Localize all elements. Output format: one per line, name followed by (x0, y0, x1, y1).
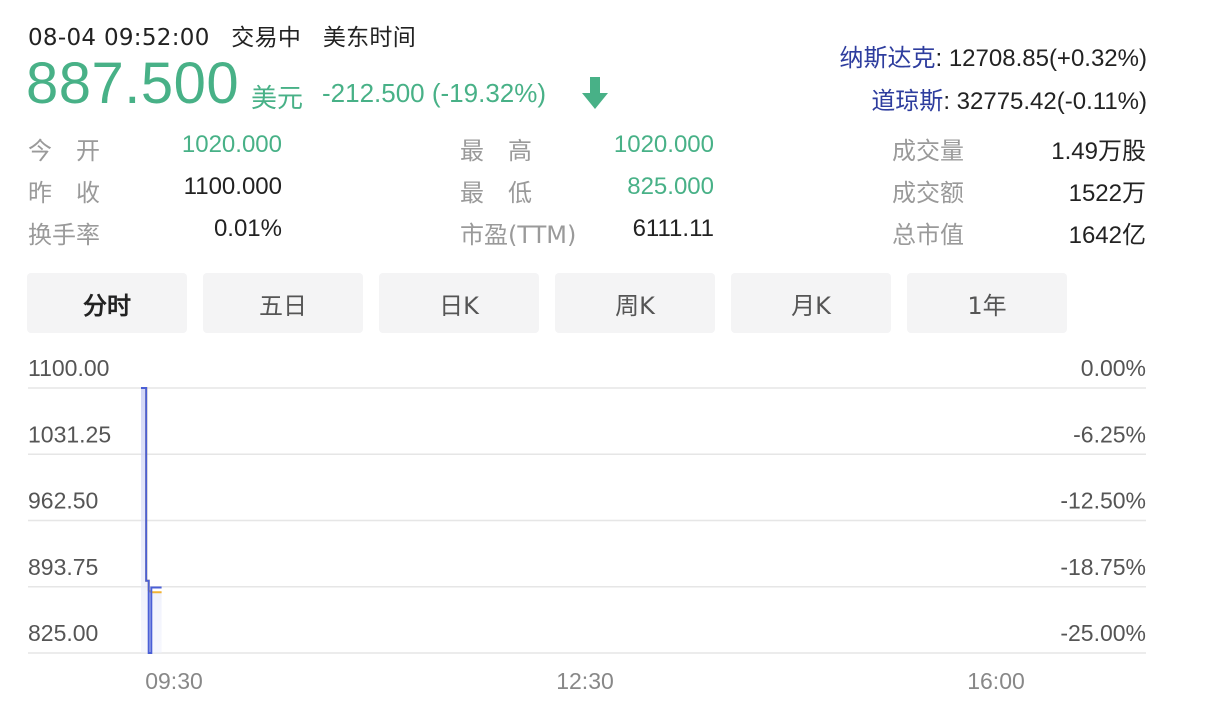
stat-value-low: 825.000 (627, 173, 714, 200)
status-line: 08-04 09:52:00 交易中 美东时间 (28, 18, 430, 52)
index-value: : 12708.85(+0.32%) (935, 45, 1148, 72)
intraday-chart[interactable]: 1100.00 0.00% 1031.25 -6.25% 962.50 -12.50% 89… (0, 340, 1229, 708)
stat-value-turnover: 0.01% (213, 215, 282, 242)
stat-value-market-cap: 1642亿 (1068, 222, 1146, 249)
y-axis-percent-label: -25.00% (1060, 620, 1146, 646)
stat-value-amount: 1522万 (1068, 180, 1146, 207)
arrow-down-icon (582, 77, 608, 109)
stat-label-market-cap: 总市值 (892, 221, 964, 249)
y-axis-price-label: 1100.00 (28, 355, 109, 381)
y-axis-price-label: 1031.25 (28, 421, 111, 447)
price-change: -212.500 (-19.32%) (322, 78, 547, 108)
x-axis-time-label: 09:30 (145, 668, 203, 694)
tab-daily-k[interactable]: 日K (379, 273, 539, 333)
tab-monthly-k[interactable]: 月K (731, 273, 891, 333)
index-value: : 32775.42(-0.11%) (943, 88, 1147, 115)
current-price: 887.500 (26, 51, 240, 116)
stat-value-volume: 1.49万股 (1051, 138, 1146, 165)
y-axis-percent-label: -12.50% (1060, 488, 1146, 514)
y-axis-percent-label: 0.00% (1081, 355, 1146, 381)
trading-state: 交易中 (231, 25, 302, 51)
stat-value-open: 1020.000 (181, 131, 282, 158)
tab-one-year[interactable]: 1年 (907, 273, 1067, 333)
index-name: 道琼斯 (871, 87, 944, 115)
index-dow-jones[interactable]: 道琼斯: 32775.42(-0.11%) (871, 81, 1147, 116)
stat-label-high: 最 高 (460, 137, 532, 165)
stat-label-turnover: 换手率 (28, 221, 100, 249)
stat-label-prev-close: 昨 收 (28, 179, 100, 207)
y-axis-price-label: 825.00 (28, 620, 98, 646)
tab-intraday[interactable]: 分时 (27, 273, 187, 333)
stat-label-low: 最 低 (460, 179, 532, 207)
stat-label-volume: 成交量 (892, 137, 964, 165)
index-nasdaq[interactable]: 纳斯达克: 12708.85(+0.32%) (840, 38, 1148, 73)
stat-label-open: 今 开 (28, 137, 100, 165)
y-axis-price-label: 893.75 (28, 554, 98, 580)
stat-value-high: 1020.000 (613, 131, 714, 158)
x-axis-time-label: 16:00 (967, 668, 1025, 694)
stat-value-prev-close: 1100.000 (183, 173, 282, 200)
tab-weekly-k[interactable]: 周K (555, 273, 715, 333)
timezone-label: 美东时间 (322, 25, 417, 51)
currency-label: 美元 (251, 84, 304, 114)
index-name: 纳斯达克 (839, 44, 936, 72)
stat-value-pe: 6111.11 (632, 215, 714, 242)
stat-label-amount: 成交额 (892, 179, 964, 207)
quote-datetime: 08-04 09:52:00 (28, 25, 210, 51)
stat-label-pe: 市盈(TTM) (460, 221, 577, 249)
tab-five-day[interactable]: 五日 (203, 273, 363, 333)
y-axis-percent-label: -18.75% (1060, 554, 1146, 580)
x-axis-time-label: 12:30 (556, 668, 614, 694)
y-axis-percent-label: -6.25% (1073, 421, 1146, 447)
y-axis-price-label: 962.50 (28, 488, 98, 514)
